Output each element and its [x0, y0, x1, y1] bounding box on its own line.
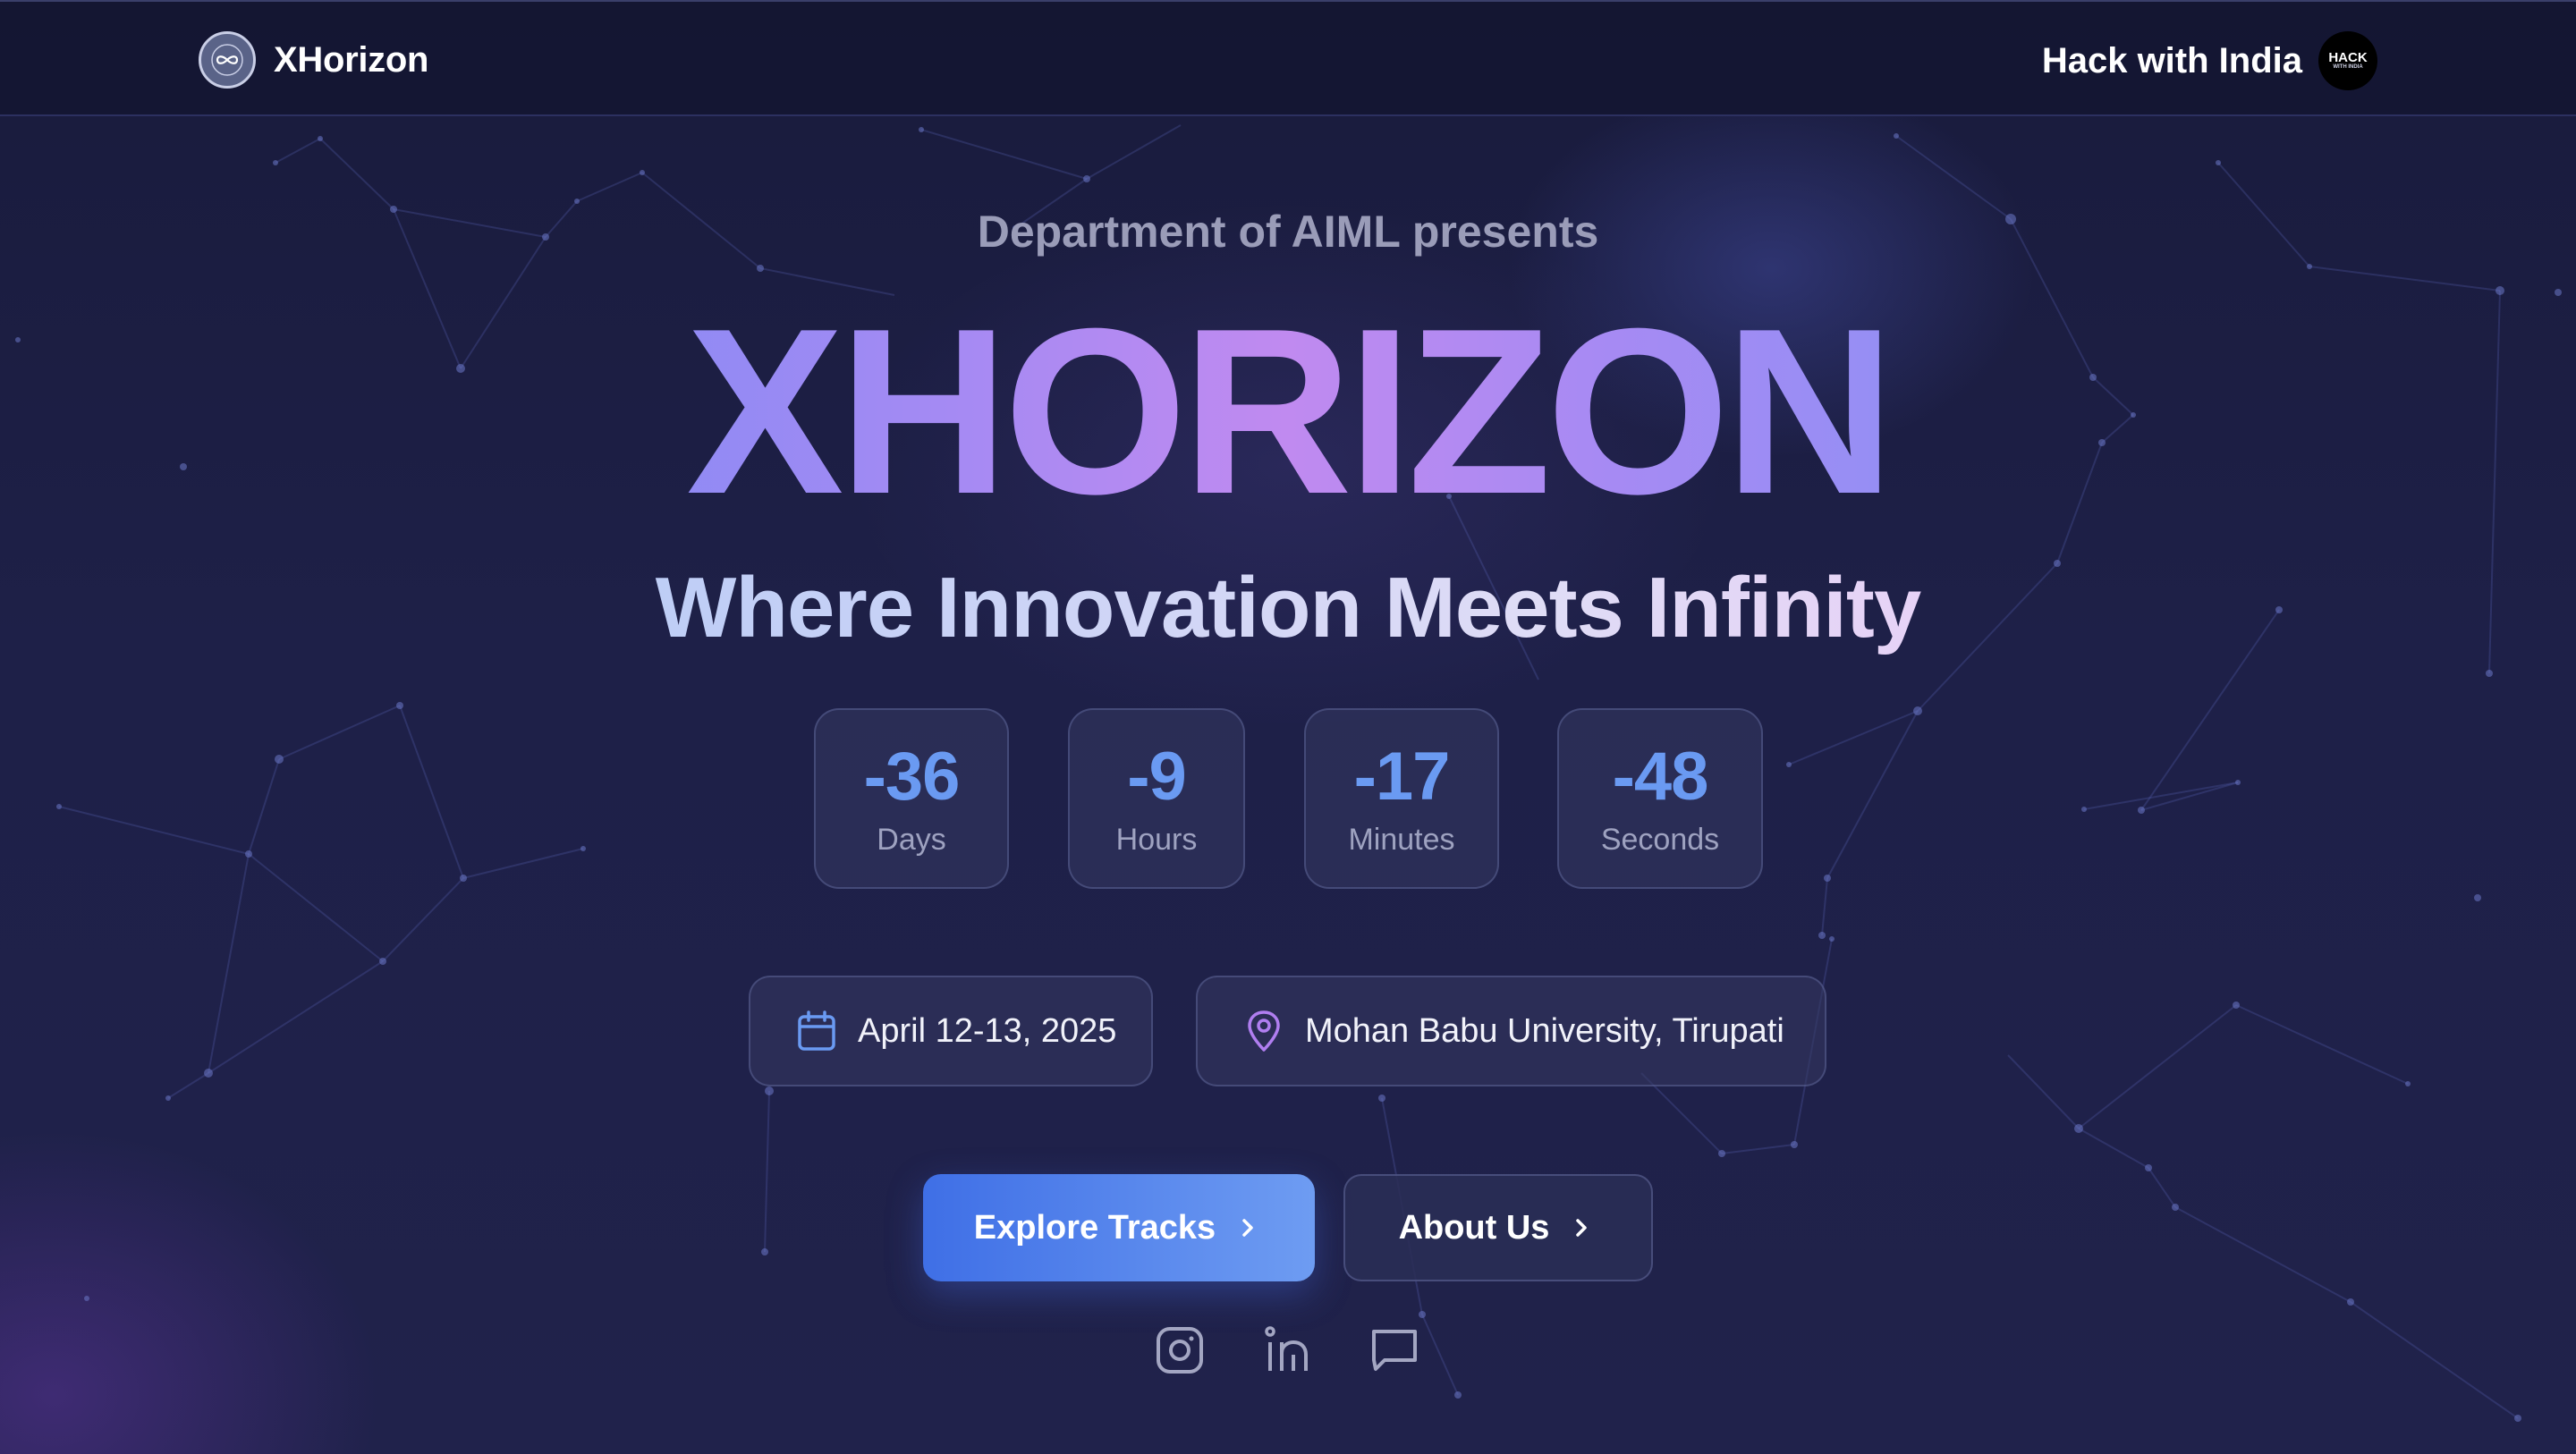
hero-title: XHORIZON: [0, 277, 2576, 545]
countdown-seconds: -48 Seconds: [1557, 708, 1763, 889]
event-venue-chip: Mohan Babu University, Tirupati: [1196, 976, 1826, 1086]
countdown-hours-label: Hours: [1115, 823, 1198, 857]
top-navbar: XHorizon Hack with India HACK WITH INDIA: [0, 0, 2576, 116]
countdown-hours-value: -9: [1127, 739, 1187, 815]
brand-name: XHorizon: [274, 39, 429, 80]
partner-logo: HACK WITH INDIA: [2318, 31, 2377, 90]
infinity-icon: [211, 44, 243, 76]
event-venue: Mohan Babu University, Tirupati: [1305, 1011, 1784, 1050]
countdown-seconds-label: Seconds: [1600, 823, 1720, 857]
partner-logo-subtext: WITH INDIA: [2333, 64, 2363, 70]
calendar-icon: [795, 1010, 838, 1052]
chat-icon[interactable]: [1369, 1325, 1419, 1375]
countdown-days-label: Days: [877, 823, 946, 857]
partner-link[interactable]: Hack with India HACK WITH INDIA: [2042, 30, 2377, 91]
linkedin-icon[interactable]: [1263, 1325, 1313, 1375]
location-pin-icon: [1242, 1010, 1285, 1052]
countdown-hours: -9 Hours: [1068, 708, 1245, 889]
countdown-days-value: -36: [863, 739, 961, 815]
event-date-chip: April 12-13, 2025: [749, 976, 1153, 1086]
about-us-label: About Us: [1398, 1208, 1550, 1247]
countdown-days: -36 Days: [814, 708, 1009, 889]
event-date: April 12-13, 2025: [858, 1011, 1117, 1050]
instagram-icon[interactable]: [1155, 1325, 1205, 1375]
hero-tagline: Where Innovation Meets Infinity: [0, 554, 2576, 662]
about-us-button[interactable]: About Us: [1343, 1174, 1653, 1281]
presenter-text: Department of AIML presents: [977, 207, 1599, 257]
countdown-minutes-value: -17: [1353, 739, 1451, 815]
partner-name: Hack with India: [2041, 40, 2302, 80]
brand-logo: [199, 31, 256, 89]
chevron-right-icon: [1571, 1214, 1597, 1241]
partner-logo-text: HACK: [2328, 50, 2368, 65]
countdown-minutes: -17 Minutes: [1304, 708, 1499, 889]
countdown-minutes-label: Minutes: [1348, 823, 1455, 857]
explore-tracks-button[interactable]: Explore Tracks: [923, 1174, 1315, 1281]
chevron-right-icon: [1237, 1214, 1264, 1241]
countdown-seconds-value: -48: [1612, 739, 1709, 815]
brand[interactable]: XHorizon: [199, 30, 428, 89]
explore-tracks-label: Explore Tracks: [973, 1208, 1216, 1247]
